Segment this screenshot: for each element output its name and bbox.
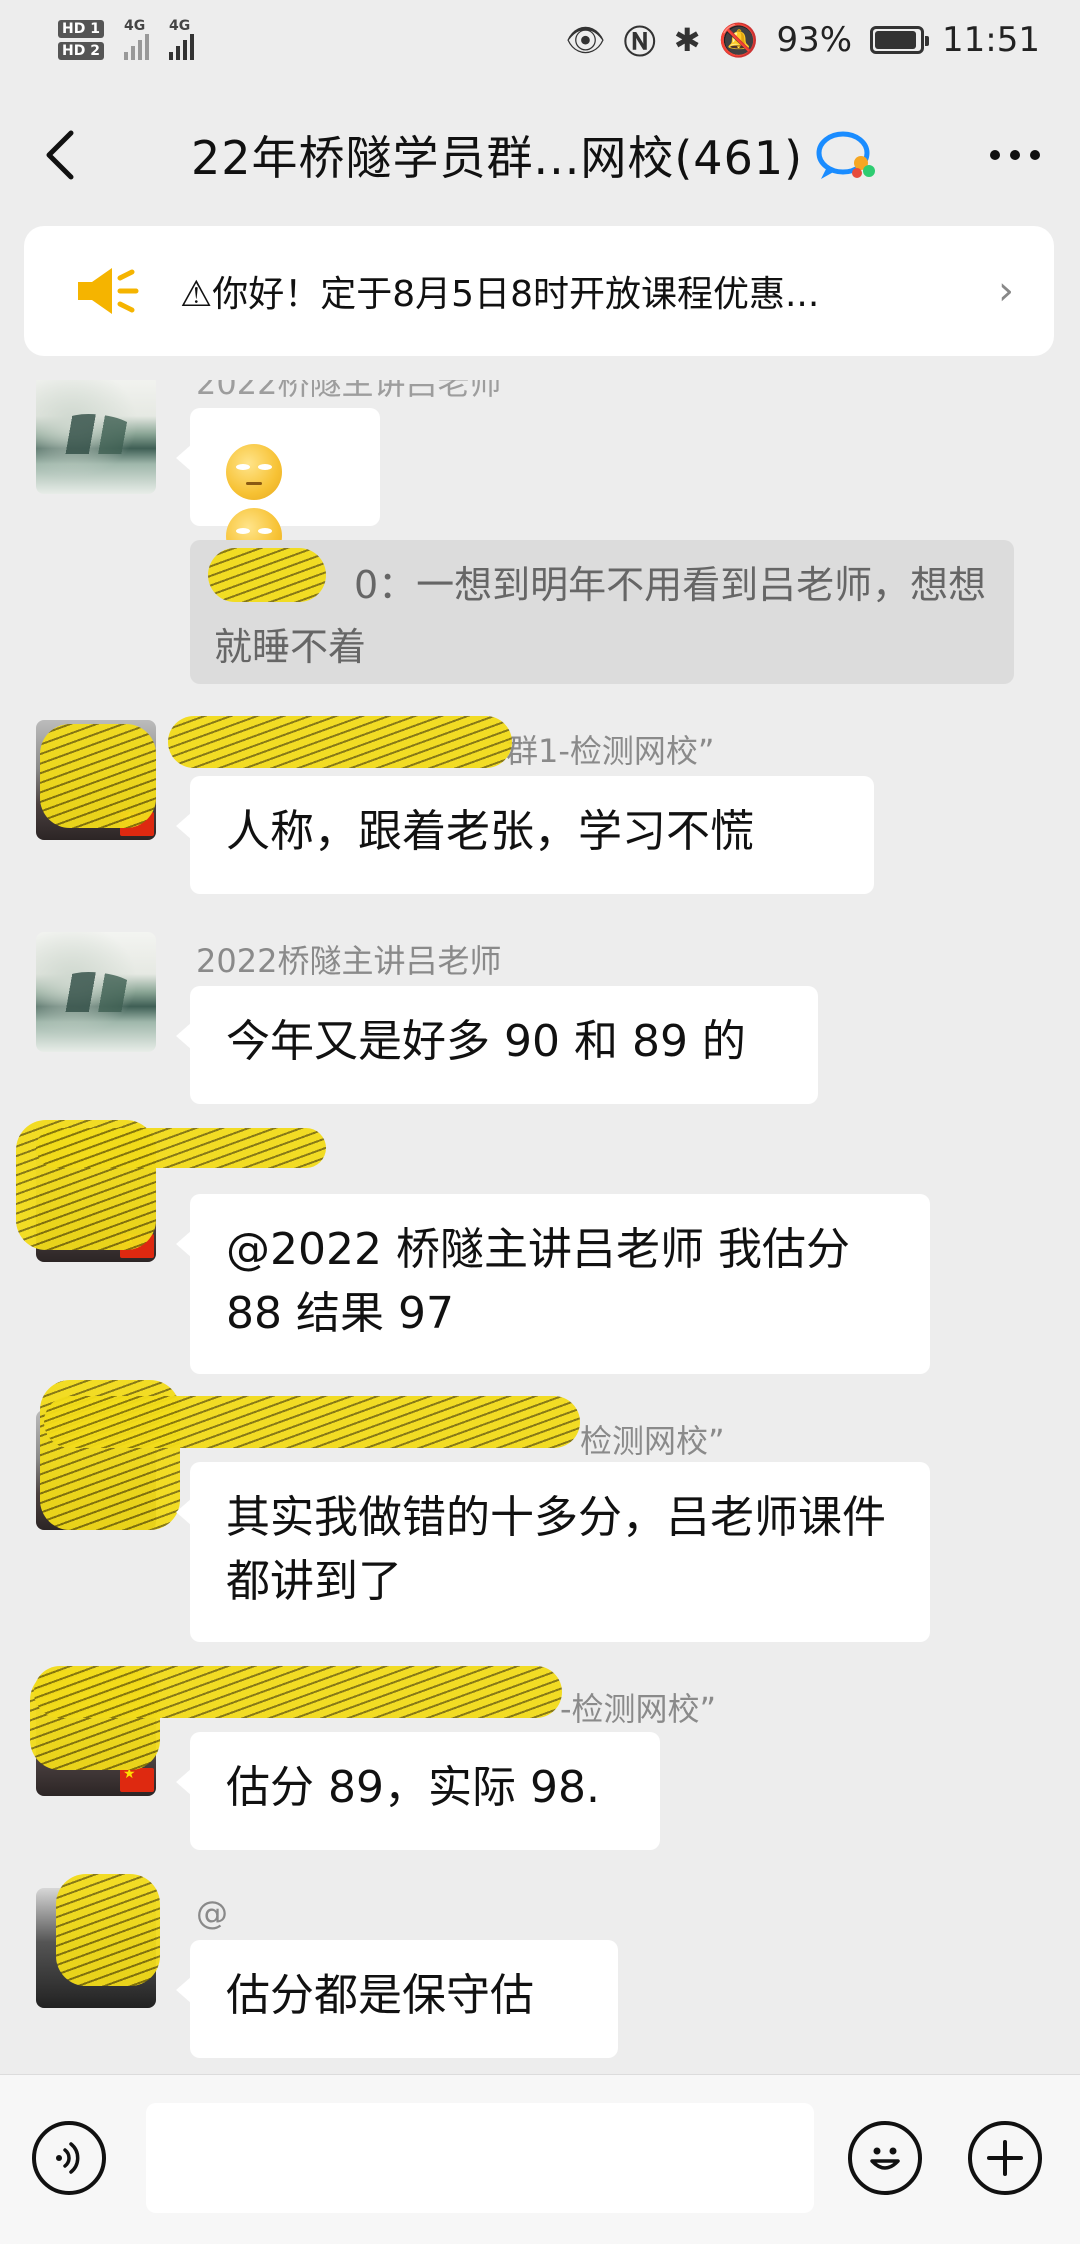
message-bubble[interactable]: 今年又是好多 90 和 89 的 <box>176 986 818 1104</box>
chat-header: 22年桥隧学员群...网校(461) <box>0 90 1080 220</box>
signal-icon-1: 4G <box>123 18 149 60</box>
bluetooth-icon: ✱ <box>673 21 701 59</box>
input-bar <box>0 2074 1080 2244</box>
sender-name: 2022桥隧主讲吕老师 <box>196 942 502 980</box>
add-attachment-button[interactable] <box>968 2121 1042 2195</box>
avatar[interactable] <box>36 380 156 494</box>
voice-icon <box>56 2142 80 2174</box>
message-input[interactable] <box>146 2103 814 2213</box>
message-bubble[interactable] <box>176 408 380 564</box>
message-list[interactable]: 2022桥隧主讲吕老师 0：一想到明年不用看到吕老师，想想就睡不着 群1-检测网… <box>0 380 1080 2070</box>
megaphone-icon <box>78 268 139 314</box>
nfc-icon: Ⓝ <box>623 23 656 61</box>
message-bubble[interactable]: 估分都是保守估 <box>176 1940 618 2058</box>
redaction-scribble <box>40 724 156 828</box>
avatar[interactable] <box>36 932 156 1052</box>
sender-name: 2022桥隧主讲吕老师 <box>196 380 502 402</box>
message-bubble[interactable]: 估分 89，实际 98. <box>176 1732 660 1850</box>
clock: 11:51 <box>942 20 1040 60</box>
redaction-scribble <box>56 1874 160 1986</box>
flag-icon <box>120 1766 154 1792</box>
signal-icon-2: 4G <box>168 18 194 60</box>
redaction-scribble <box>168 716 512 768</box>
message-bubble[interactable]: @2022 桥隧主讲吕老师 我估分 88 结果 97 <box>176 1194 930 1374</box>
message-bubble[interactable]: 其实我做错的十多分，吕老师课件都讲到了 <box>176 1462 930 1642</box>
sender-name: @ <box>196 1894 228 1932</box>
battery-icon <box>870 26 930 54</box>
status-bar: HD 1 HD 2 4G 4G 👁 Ⓝ ✱ 🔕 93% 11:51 <box>0 0 1080 80</box>
announcement-text: ⚠你好！定于8月5日8时开放课程优惠... <box>180 274 820 315</box>
redaction-scribble <box>34 1666 562 1718</box>
message-bubble[interactable]: 人称，跟着老张，学习不慌 <box>176 776 874 894</box>
mute-icon: 🔕 <box>718 21 759 59</box>
eye-roll-emoji-icon <box>226 444 282 500</box>
battery-percent: 93% <box>776 20 853 60</box>
chevron-right-icon: › <box>998 268 1014 314</box>
chevron-left-icon <box>46 130 74 180</box>
emoji-button[interactable] <box>848 2121 922 2195</box>
hd2-indicator: HD 2 <box>58 42 104 60</box>
back-button[interactable] <box>30 125 90 185</box>
chat-screen: HD 1 HD 2 4G 4G 👁 Ⓝ ✱ 🔕 93% 11:51 22年桥隧学… <box>0 0 1080 2244</box>
more-options-button[interactable] <box>980 125 1050 185</box>
redaction-scribble <box>36 1128 326 1168</box>
hd1-indicator: HD 1 <box>58 20 104 38</box>
eye-icon: 👁 <box>565 21 606 59</box>
group-chat-badge-icon <box>816 131 876 179</box>
plus-icon <box>987 2140 1023 2176</box>
group-title[interactable]: 22年桥隧学员群...网校(461) <box>191 122 803 188</box>
quote-text: 0：一想到明年不用看到吕老师，想想就睡不着 <box>214 563 987 669</box>
group-announcement[interactable]: ⚠你好！定于8月5日8时开放课程优惠... › <box>24 226 1054 356</box>
smiley-icon <box>870 2147 900 2170</box>
redaction-scribble <box>44 1396 580 1448</box>
redaction-scribble <box>208 548 326 602</box>
voice-input-button[interactable] <box>32 2121 106 2195</box>
